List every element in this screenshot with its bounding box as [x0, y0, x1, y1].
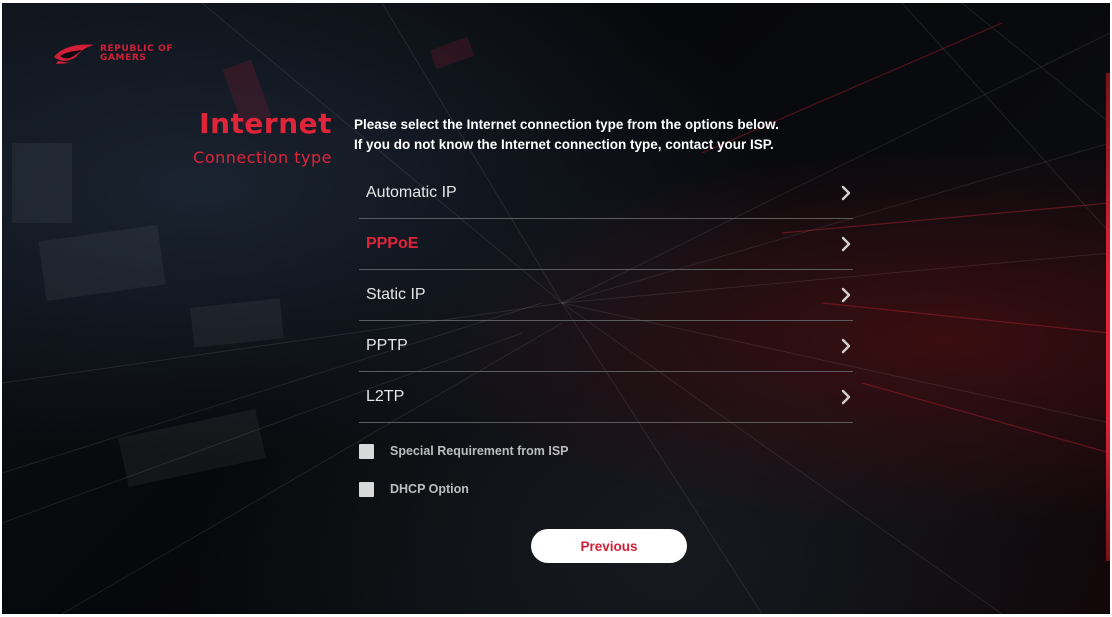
page-subtitle: Connection type [193, 148, 332, 167]
chevron-right-icon [841, 338, 851, 354]
brand-line2: GAMERS [100, 53, 147, 63]
option-l2tp[interactable]: L2TP [359, 372, 853, 423]
special-requirement-option[interactable]: Special Requirement from ISP [359, 441, 569, 461]
option-label: L2TP [366, 388, 405, 405]
dhcp-option-label: DHCP Option [390, 482, 469, 496]
instructions-line2: If you do not know the Internet connecti… [354, 137, 774, 152]
option-pppoe[interactable]: PPPoE [359, 219, 853, 270]
isp-options: Special Requirement from ISP DHCP Option [359, 441, 569, 517]
page-heading: Internet Connection type [193, 109, 332, 168]
option-static-ip[interactable]: Static IP [359, 270, 853, 321]
option-label: Static IP [366, 286, 426, 303]
chevron-right-icon [841, 389, 851, 405]
chevron-right-icon [841, 185, 851, 201]
setup-wizard-screen: REPUBLIC OF GAMERS Internet Connection t… [2, 3, 1110, 614]
dhcp-option-checkbox[interactable] [359, 481, 374, 497]
connection-type-list: Automatic IP PPPoE Static IP PPTP L2TP [359, 168, 853, 423]
option-pptp[interactable]: PPTP [359, 321, 853, 372]
dhcp-option[interactable]: DHCP Option [359, 479, 569, 499]
option-label: PPPoE [366, 235, 419, 252]
page-title: Internet [199, 107, 332, 140]
previous-button[interactable]: Previous [531, 529, 687, 563]
option-label: Automatic IP [366, 184, 457, 201]
rog-eye-icon [54, 44, 94, 64]
rog-logo: REPUBLIC OF GAMERS [52, 43, 173, 65]
option-automatic-ip[interactable]: Automatic IP [359, 168, 853, 219]
brand-text: REPUBLIC OF GAMERS [100, 45, 173, 63]
special-requirement-checkbox[interactable] [359, 443, 374, 459]
special-requirement-label: Special Requirement from ISP [390, 444, 569, 458]
option-label: PPTP [366, 337, 408, 354]
instructions-line1: Please select the Internet connection ty… [354, 117, 779, 132]
chevron-right-icon [841, 236, 851, 252]
instructions-text: Please select the Internet connection ty… [354, 115, 854, 155]
accent-edge-bar [1106, 73, 1110, 561]
chevron-right-icon [841, 287, 851, 303]
